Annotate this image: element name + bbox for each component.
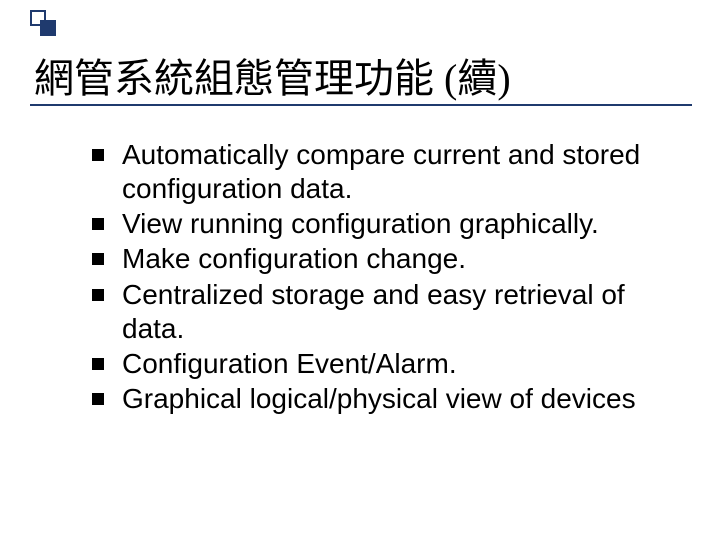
square-solid-icon <box>40 20 56 36</box>
slide-title: 網管系統組態管理功能 (續) <box>34 46 511 104</box>
list-item: View running configuration graphically. <box>92 207 680 241</box>
slide: 網管系統組態管理功能 (續) Automatically compare cur… <box>0 0 720 540</box>
square-bullet-icon <box>92 393 104 405</box>
list-item-text: Automatically compare current and stored… <box>122 139 640 204</box>
list-item-text: Configuration Event/Alarm. <box>122 348 457 379</box>
square-bullet-icon <box>92 149 104 161</box>
list-item: Automatically compare current and stored… <box>92 138 680 206</box>
square-bullet-icon <box>92 218 104 230</box>
title-underline <box>30 104 692 106</box>
square-bullet-icon <box>92 358 104 370</box>
list-item-text: Centralized storage and easy retrieval o… <box>122 279 625 344</box>
list-item: Graphical logical/physical view of devic… <box>92 382 680 416</box>
list-item-text: Graphical logical/physical view of devic… <box>122 383 636 414</box>
corner-decoration <box>30 10 60 44</box>
list-item: Make configuration change. <box>92 242 680 276</box>
square-bullet-icon <box>92 289 104 301</box>
list-item: Configuration Event/Alarm. <box>92 347 680 381</box>
list-item-text: View running configuration graphically. <box>122 208 599 239</box>
square-bullet-icon <box>92 253 104 265</box>
list-item: Centralized storage and easy retrieval o… <box>92 278 680 346</box>
bullet-list: Automatically compare current and stored… <box>92 138 680 417</box>
list-item-text: Make configuration change. <box>122 243 466 274</box>
